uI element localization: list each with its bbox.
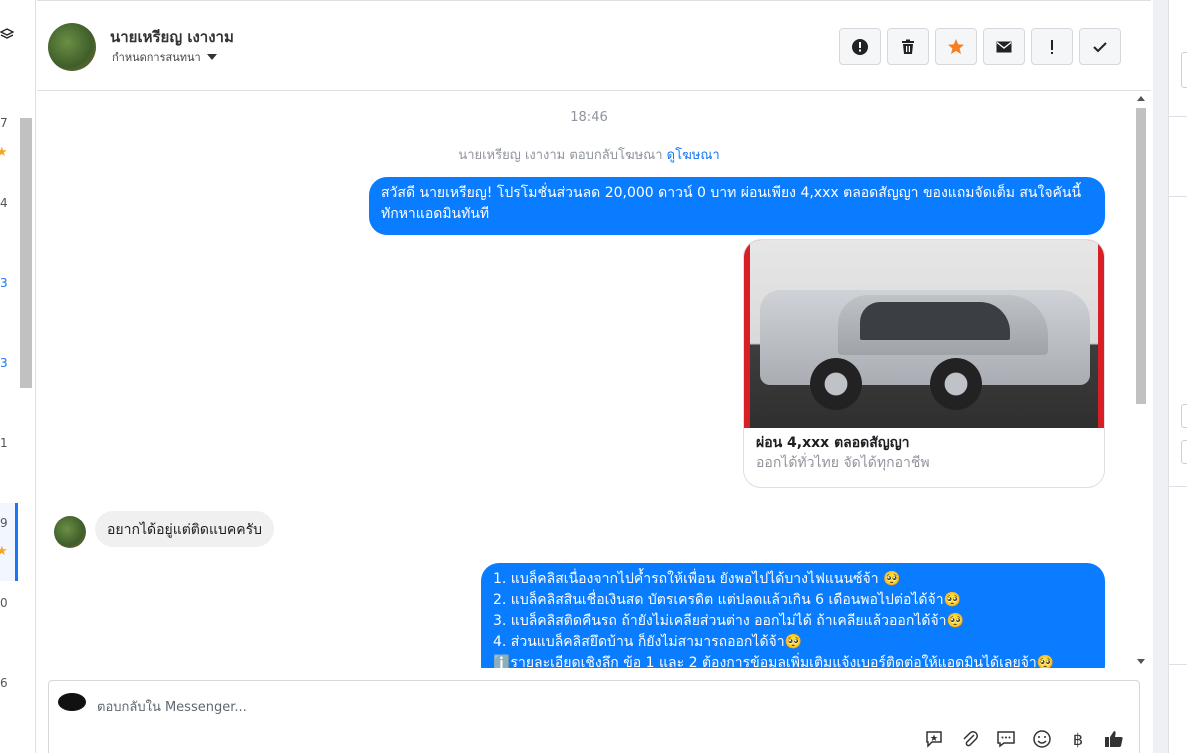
spam-button[interactable]: [1031, 28, 1073, 65]
list-item-count: 3: [0, 356, 8, 370]
scroll-down-arrow-icon[interactable]: [1137, 659, 1145, 664]
scroll-up-arrow-icon[interactable]: [1137, 96, 1145, 101]
incoming-message[interactable]: อยากได้อยู่แต่ติดแบคครับ: [95, 511, 275, 547]
caret-down-icon: [206, 54, 217, 60]
conversation-header: นายเหรียญ เงางาม กำหนดการสนทนา: [37, 0, 1151, 91]
active-conversation-indicator[interactable]: [0, 503, 18, 581]
like-icon: [1105, 731, 1123, 747]
list-item-count: 7: [0, 116, 8, 130]
baht-icon: ฿: [1072, 729, 1084, 749]
quick-reply-button[interactable]: [995, 728, 1017, 750]
reply-input[interactable]: ตอบกลับใน Messenger...: [97, 696, 247, 717]
ad-card-image: [744, 240, 1104, 428]
emoji-icon: [1033, 730, 1051, 748]
ad-card-title: ผ่อน 4,xxx ตลอดสัญญา: [756, 435, 910, 451]
outgoing-message-list[interactable]: 1. แบล็คลิสเนื่องจากไปค้ำรถให้เพื่อน ยัง…: [481, 563, 1105, 668]
envelope-icon: [996, 41, 1012, 52]
truck-wheel: [930, 358, 982, 410]
ad-reply-note: นายเหรียญ เงางาม ตอบกลับโฆษณา ดูโฆษณา: [37, 144, 1141, 165]
message-composer[interactable]: ตอบกลับใน Messenger... ฿: [48, 680, 1140, 753]
message-line: 2. แบล็คลิสสินเชื่อเงินสด บัตรเครดิต แต่…: [493, 592, 962, 608]
list-item-count: 1: [0, 436, 8, 450]
list-item-count: 3: [0, 276, 8, 290]
thread-scrollbar[interactable]: [1134, 92, 1148, 668]
details-checkbox[interactable]: [1181, 404, 1187, 428]
report-button[interactable]: [839, 28, 881, 65]
star-icon: ★: [0, 145, 8, 160]
outgoing-message[interactable]: สวัสดี นายเหรียญ! โปรโมชั่นส่วนลด 20,000…: [369, 177, 1105, 235]
page-avatar: [58, 693, 86, 711]
truck-window-shape: [860, 302, 1010, 340]
panel-divider: [1169, 664, 1187, 665]
ad-reply-text: นายเหรียญ เงางาม ตอบกลับโฆษณา: [458, 148, 663, 163]
mark-done-button[interactable]: [1079, 28, 1121, 65]
truck-wheel: [810, 358, 862, 410]
star-icon: ★: [0, 544, 8, 559]
contact-name[interactable]: นายเหรียญ เงางาม: [110, 25, 234, 49]
message-line: 1. แบล็คลิสเนื่องจากไปค้ำรถให้เพื่อน ยัง…: [493, 571, 901, 587]
saved-reply-button[interactable]: [923, 728, 945, 750]
ad-card-description: ออกได้ทั่วไทย จัดได้ทุกอาชีพ: [756, 455, 930, 471]
list-item-count: 9: [0, 516, 8, 530]
like-button[interactable]: [1103, 728, 1125, 750]
conversation-status-dropdown[interactable]: กำหนดการสนทนา: [112, 48, 217, 66]
message-line: 4. ส่วนแบล็คลิสยึดบ้าน ก็ยังไม่สามารถออก…: [493, 634, 803, 650]
composer-tools: ฿: [923, 728, 1125, 750]
layers-icon[interactable]: [0, 28, 14, 42]
panel-divider: [1169, 116, 1187, 117]
attach-button[interactable]: [959, 728, 981, 750]
saved-reply-icon: [926, 731, 942, 748]
emoji-button[interactable]: [1031, 728, 1053, 750]
alert-circle-icon: [852, 38, 868, 55]
check-icon: [1093, 41, 1107, 52]
view-ad-link[interactable]: ดูโฆษณา: [667, 148, 720, 163]
contact-avatar-small: [54, 516, 86, 548]
chat-icon: [997, 731, 1015, 748]
message-line: ℹ️รายละเอียดเชิงลึก ข้อ 1 และ 2 ต้องการข…: [493, 655, 1055, 668]
contact-details-panel: [1168, 0, 1187, 753]
conversation-status-label: กำหนดการสนทนา: [112, 51, 201, 64]
trash-icon: [902, 39, 914, 54]
payment-button[interactable]: ฿: [1067, 728, 1089, 750]
message-timestamp: 18:46: [570, 110, 608, 125]
delete-button[interactable]: [887, 28, 929, 65]
exclamation-icon: [1051, 39, 1053, 54]
truck-body-shape: [760, 290, 1090, 385]
truck-photo: [750, 240, 1098, 428]
star-icon: [948, 38, 964, 54]
details-checkbox[interactable]: [1181, 440, 1187, 464]
panel-divider: [1169, 196, 1187, 197]
message-thread[interactable]: 18:46 นายเหรียญ เงางาม ตอบกลับโฆษณา ดูโฆ…: [37, 92, 1151, 668]
contact-avatar[interactable]: [48, 23, 96, 71]
conversation-list-strip: 7 ★ 4 3 3 1 9 ★ 0 6: [0, 0, 36, 753]
mark-unread-button[interactable]: [983, 28, 1025, 65]
scroll-thumb[interactable]: [1136, 108, 1146, 404]
list-item-count: 6: [0, 676, 8, 690]
list-item-count: 0: [0, 596, 8, 610]
ad-card[interactable]: ผ่อน 4,xxx ตลอดสัญญา ออกได้ทั่วไทย จัดได…: [743, 239, 1105, 488]
panel-divider: [1169, 486, 1187, 487]
details-field[interactable]: [1181, 52, 1187, 88]
star-button[interactable]: [935, 28, 977, 65]
list-item-count: 4: [0, 196, 8, 210]
message-line: 3. แบล็คลิสติดคืนรถ ถ้ายังไม่เคลียส่วนต่…: [493, 613, 964, 629]
header-actions: [839, 28, 1121, 65]
list-scrollbar[interactable]: [20, 118, 32, 388]
attachment-icon: [963, 731, 978, 747]
